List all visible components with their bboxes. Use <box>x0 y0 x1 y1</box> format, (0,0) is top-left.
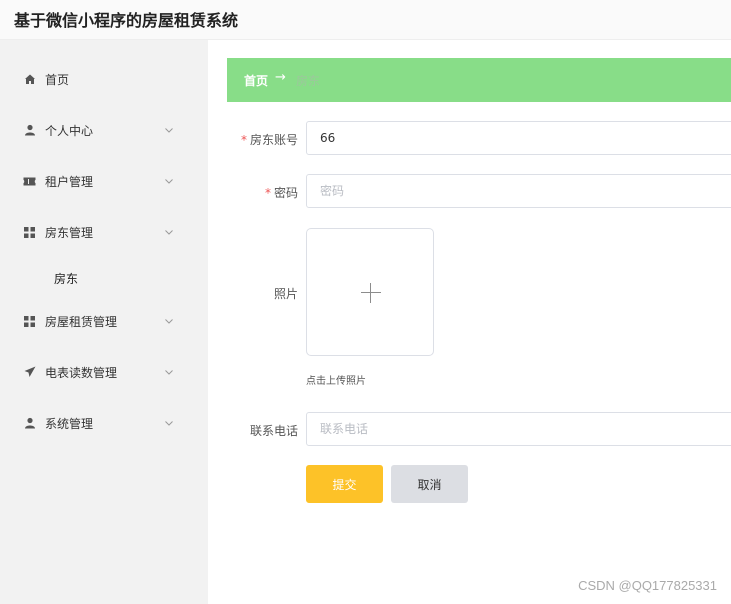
chevron-down-icon <box>165 421 173 426</box>
chevron-down-icon <box>165 370 173 375</box>
sidebar-item-label: 电表读数管理 <box>45 365 118 380</box>
breadcrumb-home-link[interactable]: 首页 <box>244 72 268 89</box>
sidebar-menu: 首页 个人中心 租户管理 房东管理 房东 房屋租赁管理 电表读数管理 系统管理 <box>0 40 208 604</box>
sidebar-item-personal-center[interactable]: 个人中心 <box>0 110 208 150</box>
app-title: 基于微信小程序的房屋租赁系统 <box>14 11 239 30</box>
chevron-down-icon <box>165 128 173 133</box>
sidebar-subitem-label: 房东 <box>54 271 79 286</box>
account-label-text: 房东账号 <box>249 133 298 147</box>
account-label: * 房东账号 <box>208 131 298 148</box>
cancel-button[interactable]: 取消 <box>391 465 468 503</box>
password-input[interactable] <box>306 174 731 208</box>
password-label: * 密码 <box>208 184 298 201</box>
sidebar-item-rental-management[interactable]: 房屋租赁管理 <box>0 301 208 341</box>
sidebar-item-label: 个人中心 <box>45 123 94 138</box>
password-label-text: 密码 <box>273 186 298 200</box>
grid-icon <box>23 226 36 239</box>
grid-icon <box>23 315 36 328</box>
chevron-down-icon <box>165 319 173 324</box>
sidebar: 首页 个人中心 租户管理 房东管理 房东 房屋租赁管理 电表读数管理 系统管理 <box>0 40 208 604</box>
photo-upload-box[interactable] <box>306 228 434 356</box>
phone-label: 联系电话 <box>249 424 298 438</box>
top-bar: 基于微信小程序的房屋租赁系统 <box>0 0 731 40</box>
required-mark: * <box>240 133 247 147</box>
breadcrumb: 首页 → 房东 <box>227 58 731 102</box>
watermark: CSDN @QQ177825331 <box>578 578 717 593</box>
sidebar-item-label: 房东管理 <box>45 225 94 240</box>
sidebar-item-label: 系统管理 <box>45 416 94 431</box>
user-icon <box>23 124 36 137</box>
sidebar-item-label: 首页 <box>45 72 70 87</box>
sidebar-item-label: 租户管理 <box>45 174 94 189</box>
sidebar-item-system-management[interactable]: 系统管理 <box>0 403 208 443</box>
user-icon <box>23 417 36 430</box>
photo-upload-hint: 点击上传照片 <box>306 376 366 387</box>
chevron-down-icon <box>165 179 173 184</box>
main-content: 首页 → 房东 *房东账号 *密码 照片 点击上传照片 联系电话 提交 取消 <box>208 40 731 604</box>
breadcrumb-arrow-icon: → <box>275 70 286 85</box>
sidebar-item-home[interactable]: 首页 <box>0 59 208 99</box>
ticket-icon <box>23 175 36 188</box>
sidebar-item-tenant-management[interactable]: 租户管理 <box>0 161 208 201</box>
sidebar-item-label: 房屋租赁管理 <box>45 314 118 329</box>
send-icon <box>23 366 36 379</box>
breadcrumb-current: 房东 <box>296 73 321 88</box>
home-icon <box>23 73 36 86</box>
submit-button[interactable]: 提交 <box>306 465 383 503</box>
phone-input[interactable] <box>306 412 731 446</box>
chevron-down-icon <box>165 230 173 235</box>
photo-label: 照片 <box>273 287 298 301</box>
account-input[interactable] <box>306 121 731 155</box>
sidebar-subitem-landlord[interactable]: 房东 <box>0 261 208 295</box>
sidebar-item-landlord-management[interactable]: 房东管理 <box>0 212 208 252</box>
required-mark: * <box>264 186 271 200</box>
sidebar-item-meter-reading-management[interactable]: 电表读数管理 <box>0 352 208 392</box>
